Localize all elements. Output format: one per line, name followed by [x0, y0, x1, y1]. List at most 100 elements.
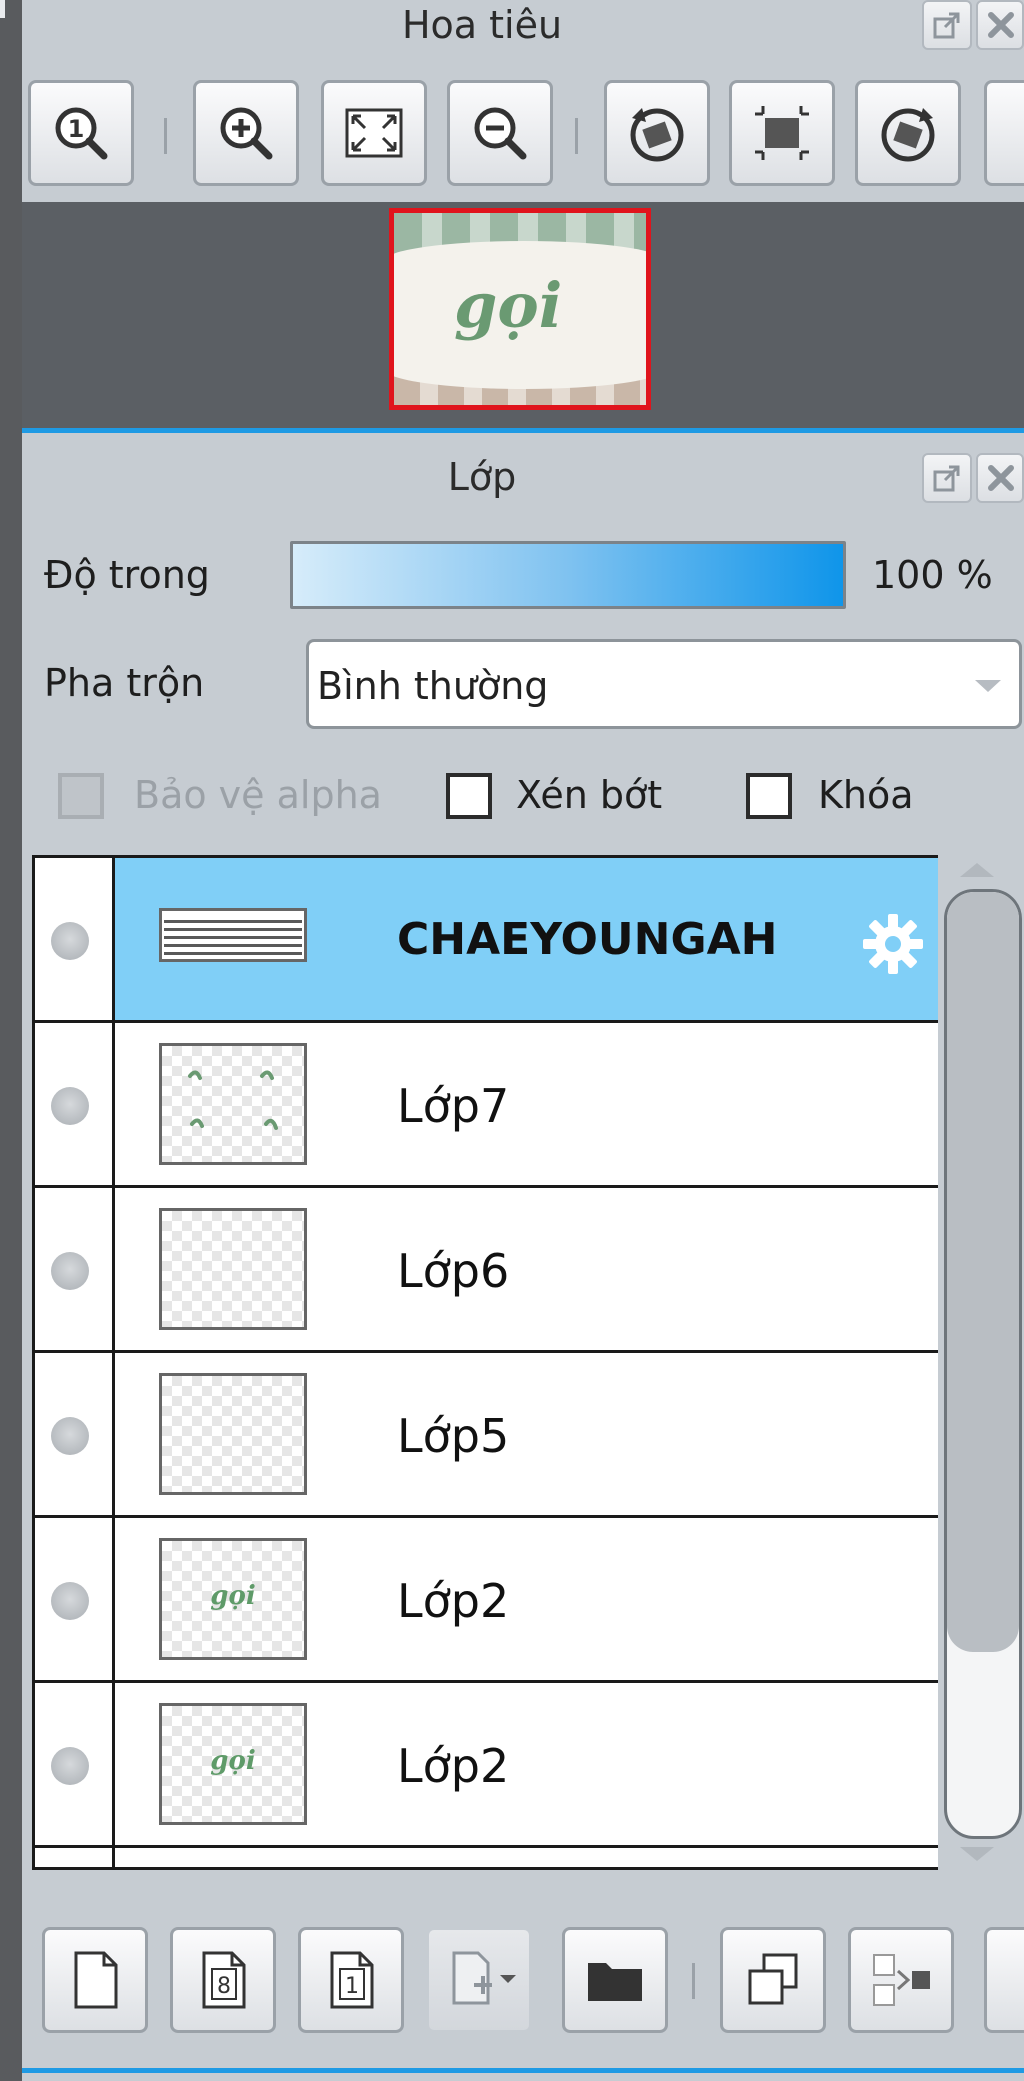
reset-view-icon [755, 106, 809, 160]
close-icon [988, 465, 1014, 491]
close-icon [988, 12, 1014, 38]
layer-visibility-toggle[interactable] [35, 1683, 115, 1845]
visibility-dot-icon [51, 922, 89, 960]
layer-thumbnail-text: gọi [210, 1746, 256, 1776]
layer-visibility-toggle[interactable] [35, 1023, 115, 1185]
visibility-dot-icon [51, 1087, 89, 1125]
layer-thumbnail: gọi [159, 1538, 307, 1660]
scroll-track[interactable] [944, 889, 1022, 1839]
layer-name: Lớp5 [397, 1409, 510, 1463]
add-layer-dropdown-button[interactable] [426, 1927, 532, 2033]
visibility-dot-icon [51, 1252, 89, 1290]
transfer-layer-button[interactable] [848, 1927, 954, 2033]
protect-alpha-checkbox[interactable] [58, 773, 104, 819]
blend-mode-label: Pha trộn [44, 661, 205, 705]
layer-thumbnail [159, 1043, 307, 1165]
zoom-out-icon [474, 107, 527, 160]
navigator-view-rectangle[interactable]: gọi [389, 208, 651, 410]
add-layer-dropdown-icon [452, 1951, 516, 2005]
new-8bit-layer-icon: 8 [202, 1951, 246, 2009]
layer-visibility-toggle[interactable] [35, 1848, 115, 1867]
rotate-left-button[interactable] [604, 80, 710, 186]
gear-icon[interactable] [857, 908, 929, 980]
layer-panel-title: Lớp [447, 455, 517, 499]
zoom-out-button[interactable] [447, 80, 553, 186]
layer-visibility-toggle[interactable] [35, 858, 115, 1020]
toolbar-separator [575, 118, 578, 154]
clipping-checkbox[interactable] [446, 773, 492, 819]
zoom-in-button[interactable] [193, 80, 299, 186]
zoom-actual-size-button[interactable]: 1 [28, 80, 134, 186]
svg-text:1: 1 [345, 1974, 359, 1999]
layer-thumbnail [159, 908, 307, 962]
layer-name: Lớp7 [397, 1079, 510, 1133]
layer-thumbnail [159, 1868, 307, 1870]
layer-thumbnail [159, 1373, 307, 1495]
panel-bottom-divider [22, 2068, 1024, 2073]
reset-view-button[interactable] [729, 80, 835, 186]
new-1bit-layer-button[interactable]: 1 [298, 1927, 404, 2033]
layer-name: CHAEYOUNGAH [397, 914, 778, 965]
undock-icon [933, 465, 960, 492]
layer-thumbnail-text: gọi [210, 1581, 256, 1611]
rotate-left-icon [630, 108, 684, 162]
layer-visibility-toggle[interactable] [35, 1518, 115, 1680]
zoom-in-icon [220, 107, 273, 160]
chevron-down-icon [975, 680, 1001, 692]
close-panel-button[interactable] [976, 0, 1024, 50]
layer-row[interactable] [35, 1848, 938, 1870]
visibility-dot-icon [51, 1417, 89, 1455]
scroll-up-icon[interactable] [960, 863, 994, 877]
layer-visibility-toggle[interactable] [35, 1353, 115, 1515]
toolbar-overflow-button[interactable] [984, 80, 1024, 186]
layer-row[interactable]: Lớp6 [35, 1188, 938, 1353]
new-8bit-layer-button[interactable]: 8 [170, 1927, 276, 2033]
layer-list: CHAEYOUNGAH Lớp7 Lớp6 Lớp5 gọi Lớp2 gọi … [32, 855, 938, 1870]
rotate-right-button[interactable] [855, 80, 961, 186]
visibility-dot-icon [51, 1582, 89, 1620]
close-panel-button[interactable] [976, 453, 1024, 503]
toolbar-separator [692, 1963, 695, 1999]
navigator-title: Hoa tiêu [401, 3, 563, 47]
layer-thumbnail [159, 1208, 307, 1330]
layer-thumbnail: gọi [159, 1703, 307, 1825]
fit-to-window-icon [345, 108, 403, 158]
clipping-label: Xén bớt [516, 773, 663, 817]
transfer-layer-icon [873, 1954, 930, 2006]
navigator-panel: Hoa tiêu 1 gọi [22, 0, 1024, 428]
undock-panel-button[interactable] [922, 453, 972, 503]
new-folder-button[interactable] [562, 1927, 668, 2033]
layer-row[interactable]: gọi Lớp2 [35, 1518, 938, 1683]
layer-panel: Lớp Độ trong 100 % Pha trộn Bình thường … [22, 433, 1024, 2081]
toolbar-separator [164, 118, 167, 154]
blend-mode-select[interactable]: Bình thường [306, 639, 1022, 729]
duplicate-layer-button[interactable] [720, 1927, 826, 2033]
svg-text:8: 8 [217, 1974, 231, 1999]
lock-label: Khóa [818, 773, 914, 817]
layer-row[interactable]: Lớp5 [35, 1353, 938, 1518]
undock-panel-button[interactable] [922, 0, 972, 50]
navigator-preview-text: gọi [454, 269, 563, 342]
scroll-down-icon[interactable] [960, 1847, 994, 1861]
layer-name: Lớp6 [397, 1244, 510, 1298]
lock-checkbox[interactable] [746, 773, 792, 819]
svg-text:1: 1 [68, 115, 85, 143]
layer-row[interactable]: CHAEYOUNGAH [35, 858, 938, 1023]
layer-name: Lớp2 [397, 1574, 510, 1628]
new-1bit-layer-icon: 1 [330, 1951, 374, 2009]
toolbar-overflow-button[interactable] [984, 1927, 1024, 2033]
zoom-actual-size-icon: 1 [55, 107, 108, 160]
navigator-preview-area[interactable]: gọi [22, 202, 1024, 428]
layer-row[interactable]: gọi Lớp2 [35, 1683, 938, 1848]
duplicate-layer-icon [748, 1953, 798, 2005]
opacity-slider[interactable] [290, 541, 846, 609]
fit-to-window-button[interactable] [321, 80, 427, 186]
new-folder-icon [588, 1963, 642, 2001]
scroll-thumb[interactable] [947, 892, 1019, 1652]
layer-visibility-toggle[interactable] [35, 1188, 115, 1350]
visibility-dot-icon [51, 1747, 89, 1785]
layer-row[interactable]: Lớp7 [35, 1023, 938, 1188]
layer-list-scrollbar[interactable] [938, 855, 1024, 1870]
layer-name: Lớp2 [397, 1739, 510, 1793]
new-layer-button[interactable] [42, 1927, 148, 2033]
